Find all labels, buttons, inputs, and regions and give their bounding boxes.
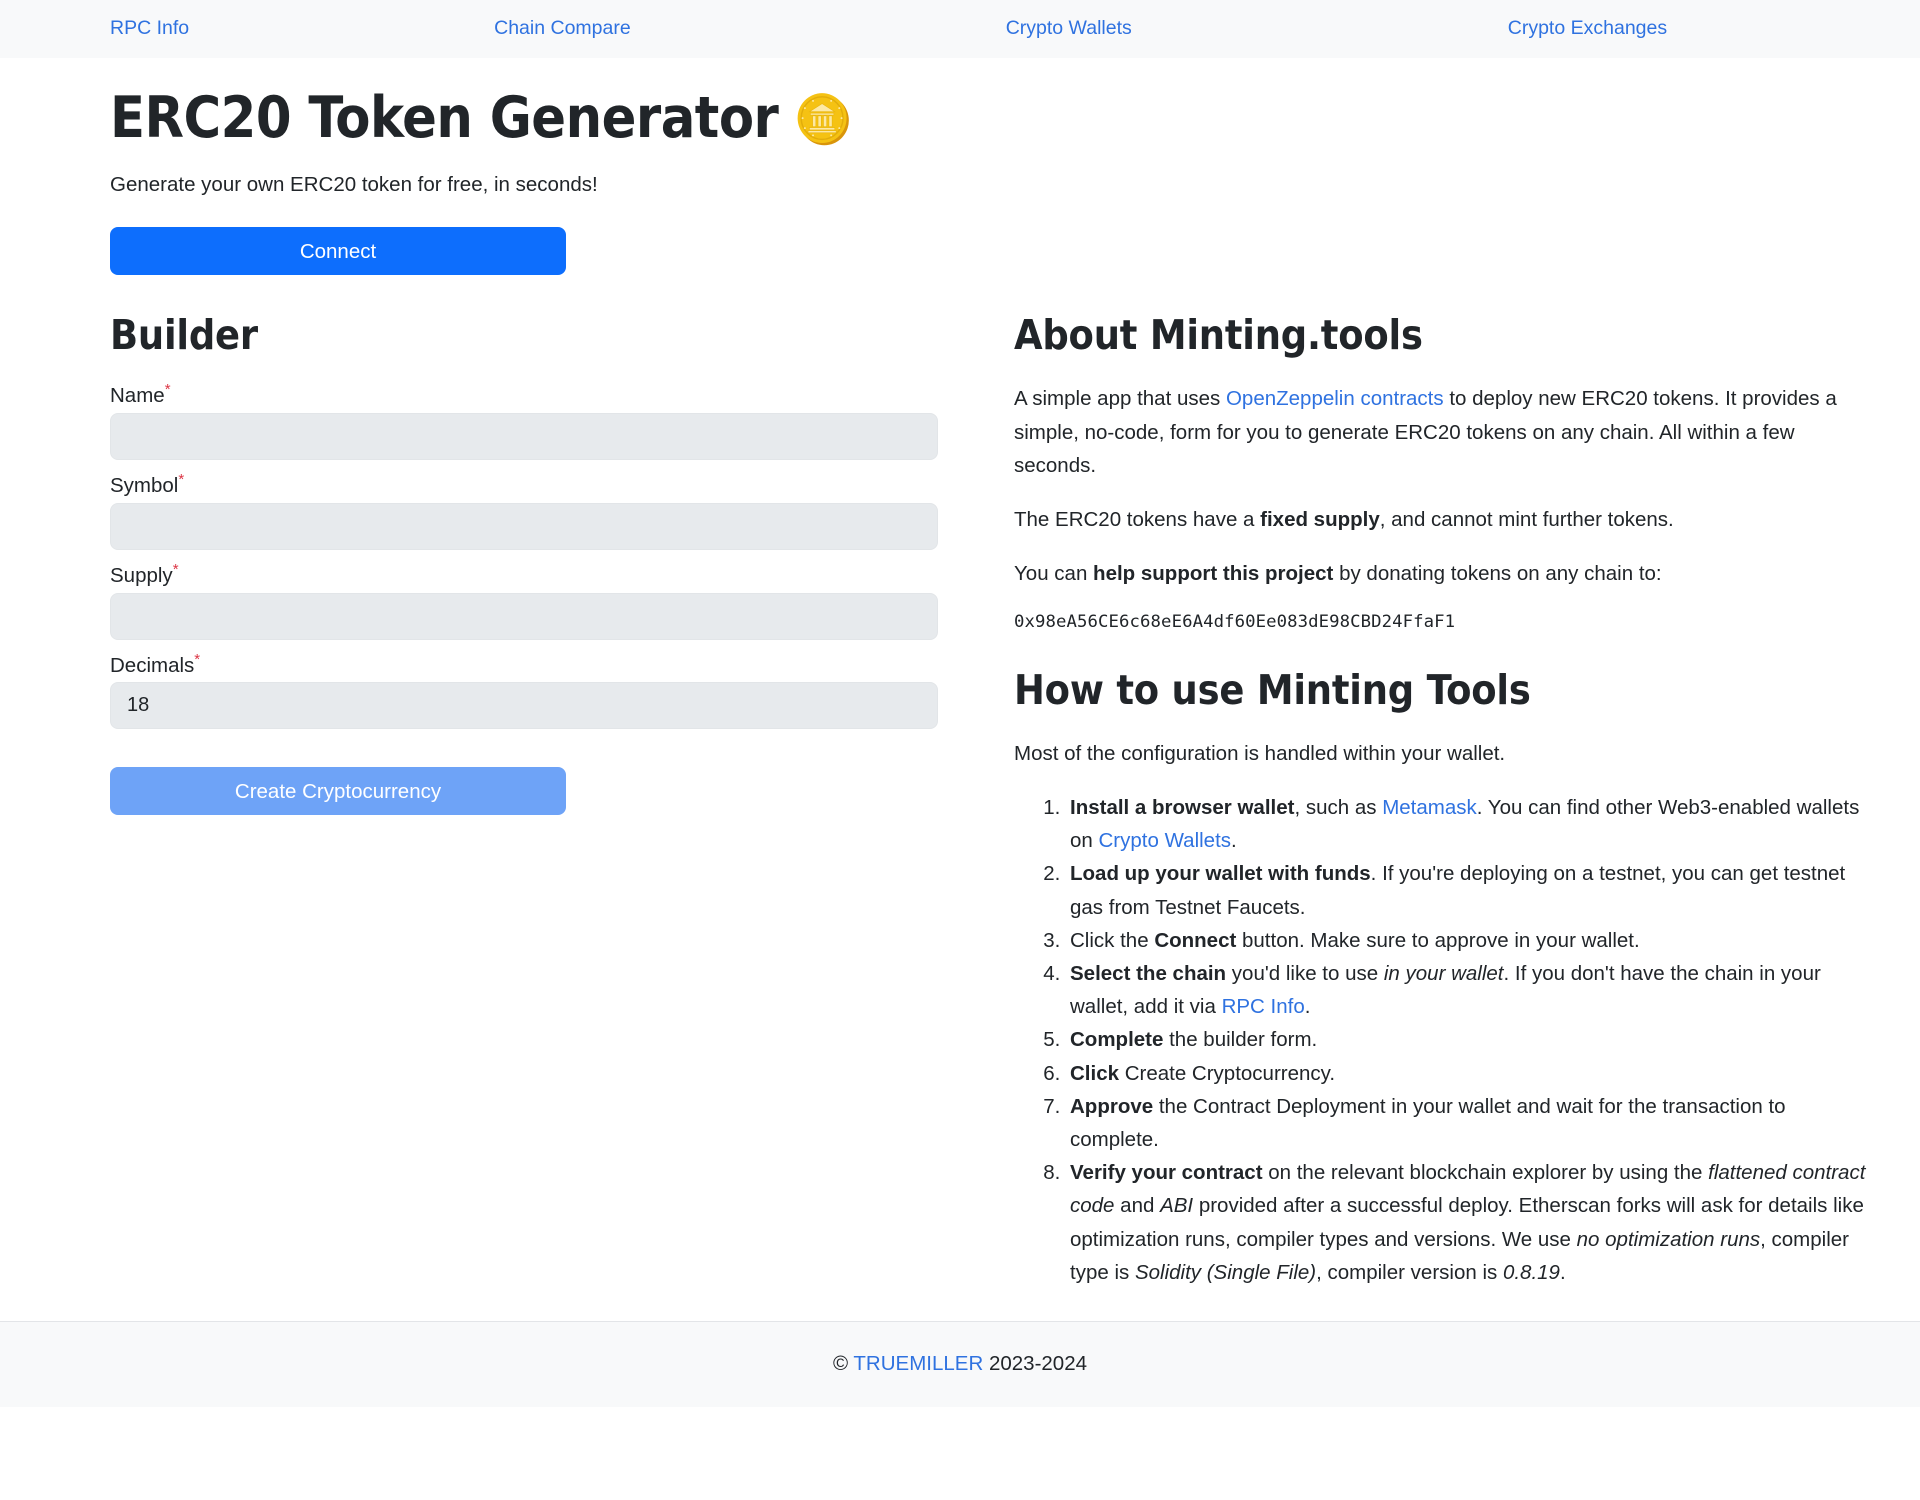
step1-c: .: [1231, 829, 1237, 853]
howto-step-4: Select the chain you'd like to use in yo…: [1066, 957, 1880, 1023]
name-label: Name*: [110, 382, 974, 410]
step6-a: Create Cryptocurrency.: [1119, 1061, 1336, 1085]
howto-heading: How to use Minting Tools: [1014, 665, 1531, 714]
donation-address[interactable]: 0x98eA56CE6c68eE6A4df60Ee083dE98CBD24Ffa…: [1014, 612, 1880, 632]
step1-a: , such as: [1294, 795, 1383, 819]
page-subtitle: Generate your own ERC20 token for free, …: [110, 172, 598, 196]
name-label-text: Name: [110, 384, 165, 408]
about-p2-b: , and cannot mint further tokens.: [1379, 508, 1674, 532]
howto-step-1: Install a browser wallet, such as Metama…: [1066, 791, 1880, 857]
page-title: ERC20 Token Generator: [110, 58, 1810, 152]
truemiller-link[interactable]: TRUEMILLER: [853, 1352, 983, 1375]
footer-copyright: © TRUEMILLER 2023-2024: [833, 1352, 1087, 1376]
decimals-label: Decimals*: [110, 652, 974, 680]
supply-label: Supply*: [110, 562, 974, 590]
step3-a: Click the: [1070, 928, 1155, 952]
builder-column: Builder Name* Symbol* Supply* Decimals*: [110, 311, 974, 1289]
top-navigation-bar: RPC Info Chain Compare Crypto Wallets Cr…: [0, 0, 1920, 58]
about-p3-a: You can: [1014, 562, 1094, 586]
decimals-input[interactable]: [110, 682, 938, 730]
step4-italic: in your wallet: [1383, 961, 1504, 985]
crypto-wallets-link[interactable]: Crypto Wallets: [1099, 829, 1232, 852]
about-paragraph-3: You can help support this project by don…: [1014, 557, 1880, 590]
connect-button[interactable]: Connect: [110, 227, 566, 276]
step3-b: button. Make sure to approve in your wal…: [1236, 928, 1640, 952]
builder-form: Name* Symbol* Supply* Decimals* Create C…: [110, 382, 974, 816]
builder-heading: Builder: [110, 311, 258, 360]
page-content: ERC20 Token Generator Generate your own …: [0, 58, 1920, 1299]
nav-link-crypto-exchanges[interactable]: Crypto Exchanges: [1508, 19, 1667, 39]
coin-icon: [794, 90, 852, 148]
about-paragraph-1: A simple app that uses OpenZeppelin cont…: [1014, 382, 1880, 482]
fixed-supply-emphasis: fixed supply: [1260, 508, 1380, 532]
step5-a: the builder form.: [1163, 1028, 1318, 1052]
step3-bold: Connect: [1154, 928, 1237, 952]
copyright-symbol: ©: [832, 1352, 849, 1376]
info-column: About Minting.tools A simple app that us…: [1014, 311, 1880, 1289]
step7-a: the Contract Deployment in your wallet a…: [1070, 1094, 1786, 1151]
page-footer: © TRUEMILLER 2023-2024: [0, 1320, 1920, 1407]
nav-links-container: RPC Info Chain Compare Crypto Wallets Cr…: [110, 19, 1810, 39]
howto-step-7: Approve the Contract Deployment in your …: [1066, 1090, 1880, 1156]
step8-italic2: ABI: [1160, 1194, 1194, 1218]
about-p3-b: by donating tokens on any chain to:: [1333, 562, 1662, 586]
step2-bold: Load up your wallet with funds: [1070, 862, 1371, 886]
step8-italic5: 0.8.19: [1502, 1260, 1560, 1284]
supply-input[interactable]: [110, 592, 938, 640]
step8-e: , compiler version is: [1316, 1260, 1503, 1284]
howto-step-5: Complete the builder form.: [1066, 1023, 1880, 1056]
about-p1-a: A simple app that uses: [1014, 387, 1226, 411]
step1-bold: Install a browser wallet: [1070, 795, 1295, 819]
rpc-info-link[interactable]: RPC Info: [1222, 995, 1305, 1018]
step5-bold: Complete: [1070, 1028, 1164, 1052]
howto-step-2: Load up your wallet with funds. If you'r…: [1066, 857, 1880, 923]
howto-step-3: Click the Connect button. Make sure to a…: [1066, 924, 1880, 957]
step8-italic4: Solidity (Single File): [1134, 1260, 1317, 1284]
nav-link-chain-compare[interactable]: Chain Compare: [494, 19, 631, 39]
step4-a: you'd like to use: [1226, 961, 1384, 985]
step8-italic3: no optimization runs: [1576, 1227, 1761, 1251]
decimals-label-text: Decimals: [110, 653, 195, 677]
about-p2-a: The ERC20 tokens have a: [1014, 508, 1261, 532]
howto-step-6: Click Create Cryptocurrency.: [1066, 1057, 1880, 1090]
symbol-label-text: Symbol: [110, 474, 179, 498]
step6-bold: Click: [1070, 1061, 1119, 1085]
page-title-text: ERC20 Token Generator: [110, 85, 779, 151]
metamask-link[interactable]: Metamask: [1382, 796, 1477, 819]
step4-c: .: [1304, 995, 1311, 1019]
copyright-years: 2023-2024: [988, 1352, 1088, 1376]
support-project-emphasis: help support this project: [1093, 562, 1334, 586]
nav-link-rpc-info[interactable]: RPC Info: [110, 19, 189, 39]
openzeppelin-contracts-link[interactable]: OpenZeppelin contracts: [1226, 387, 1444, 410]
nav-link-crypto-wallets[interactable]: Crypto Wallets: [1006, 19, 1132, 39]
howto-intro: Most of the configuration is handled wit…: [1014, 741, 1506, 765]
howto-step-8: Verify your contract on the relevant blo…: [1066, 1156, 1880, 1289]
required-asterisk: *: [164, 381, 171, 399]
step7-bold: Approve: [1070, 1094, 1154, 1118]
required-asterisk: *: [194, 650, 201, 668]
about-paragraph-2: The ERC20 tokens have a fixed supply, an…: [1014, 503, 1880, 536]
step4-bold: Select the chain: [1070, 961, 1227, 985]
step8-b: and: [1114, 1194, 1161, 1218]
step8-a: on the relevant blockchain explorer by u…: [1262, 1161, 1709, 1185]
step8-f: .: [1559, 1260, 1566, 1284]
supply-label-text: Supply: [110, 563, 173, 587]
two-column-layout: Builder Name* Symbol* Supply* Decimals*: [110, 311, 1865, 1289]
about-heading: About Minting.tools: [1014, 311, 1423, 360]
step8-bold: Verify your contract: [1070, 1161, 1263, 1185]
create-cryptocurrency-button[interactable]: Create Cryptocurrency: [110, 767, 566, 816]
howto-steps-list: Install a browser wallet, such as Metama…: [1014, 791, 1880, 1289]
symbol-input[interactable]: [110, 502, 938, 550]
required-asterisk: *: [178, 471, 185, 489]
name-input[interactable]: [110, 413, 938, 461]
symbol-label: Symbol*: [110, 472, 974, 500]
required-asterisk: *: [172, 561, 179, 578]
